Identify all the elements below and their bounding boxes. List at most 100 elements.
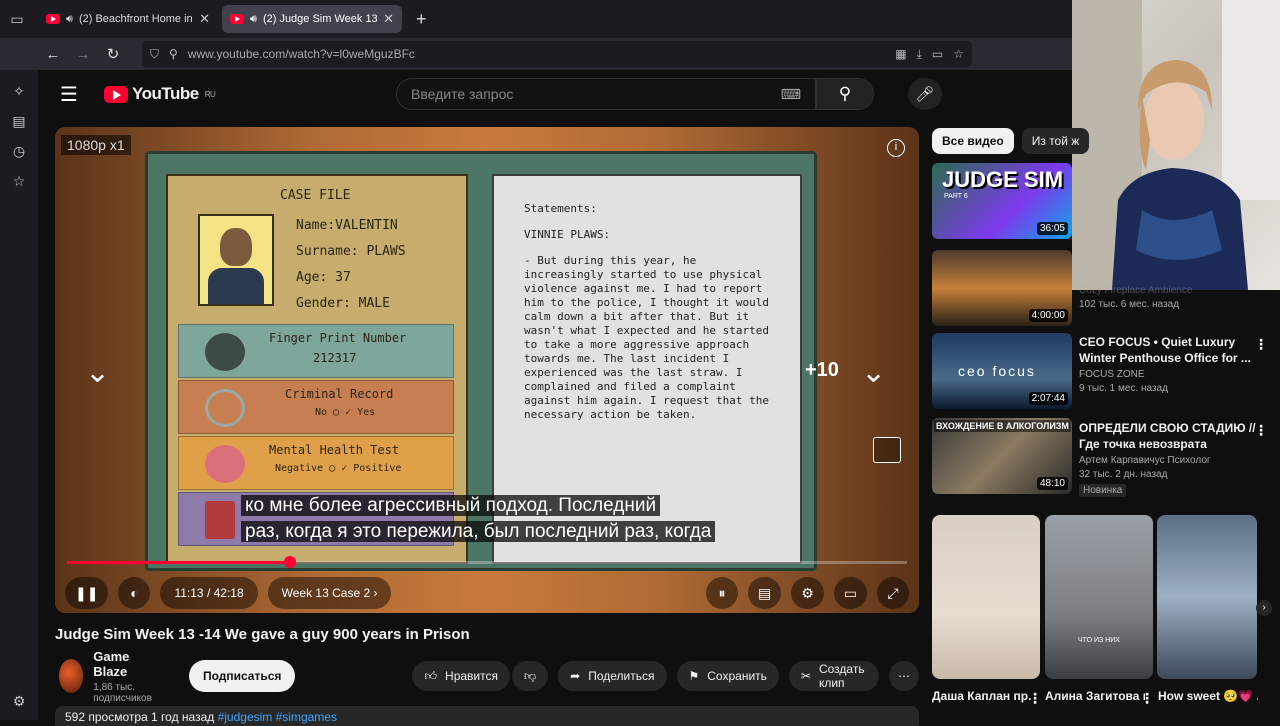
chevron-down-icon[interactable]: ⌄ xyxy=(85,355,110,390)
short-title[interactable]: Даша Каплан пр... xyxy=(932,688,1032,704)
chevron-down-icon[interactable]: ⌄ xyxy=(861,355,886,390)
browser-tab-1[interactable]: 🔊︎ (2) Beachfront Home in Fal ✕ xyxy=(38,5,218,33)
speed-label: x1 xyxy=(109,137,125,153)
filter-chips: Все видео Из той ж xyxy=(932,128,1090,154)
recommendation-thumbnail[interactable]: 4:00:00 xyxy=(932,250,1072,326)
video-player[interactable]: 1080p x1 i CASE FILE Name:VALENTIN Surna… xyxy=(55,127,919,613)
scissors-icon: ✂ xyxy=(800,669,811,683)
save-button[interactable]: ⚑ Сохранить xyxy=(676,661,779,691)
logo-text: YouTube xyxy=(132,84,199,103)
download-icon[interactable]: ⤓ xyxy=(917,47,922,62)
voice-search-button[interactable]: 🎤︎ xyxy=(908,78,942,110)
pause-button[interactable]: ❚❚ xyxy=(65,577,109,609)
speaker-icon[interactable]: 🔊︎ xyxy=(250,13,257,26)
close-tab-icon[interactable]: ✕ xyxy=(383,11,394,27)
menu-icon[interactable]: ☰ xyxy=(60,82,84,107)
rec-stats: 9 тыс. 1 мес. назад xyxy=(1079,383,1168,394)
recommendation-thumbnail[interactable]: ВХОЖДЕНИЕ В АЛКОГОЛИЗМ 48:10 xyxy=(932,418,1072,494)
chapter-button[interactable]: Week 13 Case 2 › xyxy=(267,577,392,609)
chip-same-channel[interactable]: Из той ж xyxy=(1021,128,1090,154)
more-actions-button[interactable]: ⋯ xyxy=(889,661,919,691)
short-title[interactable]: Алина Загитова и... xyxy=(1045,688,1145,704)
volume-button[interactable]: ◐ xyxy=(118,577,151,609)
more-options-icon[interactable]: ⋮ xyxy=(1028,690,1042,707)
synced-tabs-icon[interactable]: ▤ xyxy=(0,106,38,136)
search-input[interactable]: Введите запрос ⌨ xyxy=(396,78,816,110)
bookmark-star-icon[interactable]: ☆ xyxy=(953,47,964,61)
bookmark-icon: ⚑ xyxy=(688,669,700,683)
recommendation-thumbnail[interactable]: ceo focus 2:07:44 xyxy=(932,333,1072,409)
theater-mode-button[interactable]: ▭ xyxy=(833,577,867,609)
address-bar[interactable]: ⛉ ⚲ www.youtube.com/watch?v=l0weMguzBFc … xyxy=(142,41,972,67)
tab-title: (2) Judge Sim Week 13 -14 xyxy=(262,13,378,25)
subtitles-button[interactable]: ▤ xyxy=(747,577,782,609)
subscribe-button[interactable]: Подписаться xyxy=(188,660,296,692)
short-thumbnail[interactable] xyxy=(932,515,1040,679)
description-tags[interactable]: #judgesim #simgames xyxy=(218,710,337,724)
browser-tab-2[interactable]: 🔊︎ (2) Judge Sim Week 13 -14 ✕ xyxy=(222,5,402,33)
speaker-icon[interactable]: 🔊︎ xyxy=(66,13,73,26)
chapter-title: Week 13 Case 2 xyxy=(281,586,371,600)
screenshot-icon[interactable]: ▭ xyxy=(932,47,943,61)
browser-nav-bar: ← → ↻ ⛉ ⚲ www.youtube.com/watch?v=l0weMg… xyxy=(0,38,1072,70)
chip-all[interactable]: Все видео xyxy=(932,128,1014,154)
info-icon[interactable]: i xyxy=(887,139,905,157)
new-tab-button[interactable]: + xyxy=(416,9,427,30)
more-options-icon[interactable]: ⋮ xyxy=(1254,336,1268,353)
share-button[interactable]: ➦ Поделиться xyxy=(558,661,667,691)
channel-avatar[interactable] xyxy=(59,659,84,693)
youtube-logo[interactable]: YouTube RU xyxy=(104,84,216,104)
mental-options: Negative ◯ ✓ Positive xyxy=(275,463,402,474)
description-box[interactable]: 592 просмотра 1 год назад #judgesim #sim… xyxy=(55,706,919,726)
autoplay-toggle[interactable]: ⏸ xyxy=(705,577,738,609)
permissions-icon[interactable]: ⚲ xyxy=(169,47,178,61)
statements-text: - But during this year, he increasingly … xyxy=(524,254,776,421)
youtube-play-icon xyxy=(104,85,128,103)
tab-title: (2) Beachfront Home in Fal xyxy=(78,13,193,25)
short-thumbnail[interactable] xyxy=(1157,515,1257,679)
settings-icon[interactable]: ⚙ xyxy=(791,577,824,609)
statements-speaker: VINNIE PLAWS: xyxy=(524,228,611,241)
clip-button[interactable]: ✂ Создать клип xyxy=(788,661,879,691)
like-button[interactable]: 👍︎ Нравится xyxy=(412,661,510,691)
more-options-icon[interactable]: ⋮ xyxy=(1254,422,1268,439)
case-surname: Surname: PLAWS xyxy=(296,244,406,259)
thumb-subtitle: PART 6 xyxy=(944,193,968,200)
ai-sparkle-icon[interactable]: ✧ xyxy=(0,76,38,106)
forward-button[interactable]: → xyxy=(68,46,98,63)
recommendation-meta[interactable]: ОПРЕДЕЛИ СВОЮ СТАДИЮ // Где точка невозв… xyxy=(1079,420,1269,498)
bookmarks-icon[interactable]: ☆ xyxy=(0,166,38,196)
recommendation-thumbnail[interactable]: JUDGE SIM PART 6 36:05 xyxy=(932,163,1072,239)
dislike-button[interactable]: 👎︎ xyxy=(511,661,549,691)
short-thumbnail[interactable]: ЧТО ИЗ НИХ xyxy=(1045,515,1153,679)
settings-gear-icon[interactable]: ⚙ xyxy=(0,686,38,716)
youtube-favicon-icon xyxy=(46,14,60,24)
back-button[interactable]: ← xyxy=(38,46,68,63)
fullscreen-button[interactable]: ⤢ xyxy=(877,577,909,609)
history-icon[interactable]: ◷ xyxy=(0,136,38,166)
keyboard-icon[interactable]: ⌨ xyxy=(781,86,801,103)
channel-name[interactable]: Game Blaze xyxy=(93,649,167,679)
chevron-right-icon[interactable]: › xyxy=(1256,600,1272,616)
tab-list-icon[interactable]: ▭ xyxy=(0,0,34,38)
browser-sidebar: ▣ ✧ ▤ ◷ ☆ ⚙ xyxy=(0,38,38,720)
clip-label: Создать клип xyxy=(818,662,865,690)
fingerprint-section: Finger Print Number 212317 xyxy=(178,324,454,378)
video-duration: 4:00:00 xyxy=(1028,309,1068,322)
reader-view-icon[interactable]: ▦ xyxy=(895,47,906,61)
rec-channel: Артем Карпавичус Психолог xyxy=(1079,455,1211,466)
recommendation-meta[interactable]: CEO FOCUS • Quiet Luxury Winter Penthous… xyxy=(1079,334,1269,394)
search-button[interactable]: ⚲ xyxy=(816,78,874,110)
thumb-title: ceo focus xyxy=(958,363,1036,379)
miniplayer-icon[interactable] xyxy=(873,437,901,463)
reload-button[interactable]: ↻ xyxy=(98,45,128,63)
criminal-title: Criminal Record xyxy=(285,387,394,401)
shield-icon[interactable]: ⛉ xyxy=(150,47,159,62)
mental-title: Mental Health Test xyxy=(269,443,400,457)
more-options-icon[interactable]: ⋮ xyxy=(1140,690,1154,707)
criminal-record-section: Criminal Record No ◯ ✓ Yes xyxy=(178,380,454,434)
close-tab-icon[interactable]: ✕ xyxy=(199,11,210,27)
recommendation-meta[interactable]: Cozy Fireplace Ambience 102 тыс. 6 мес. … xyxy=(1079,282,1269,310)
progress-bar[interactable] xyxy=(67,556,907,568)
short-title[interactable]: How sweet 🥺💗 ... xyxy=(1158,688,1258,704)
